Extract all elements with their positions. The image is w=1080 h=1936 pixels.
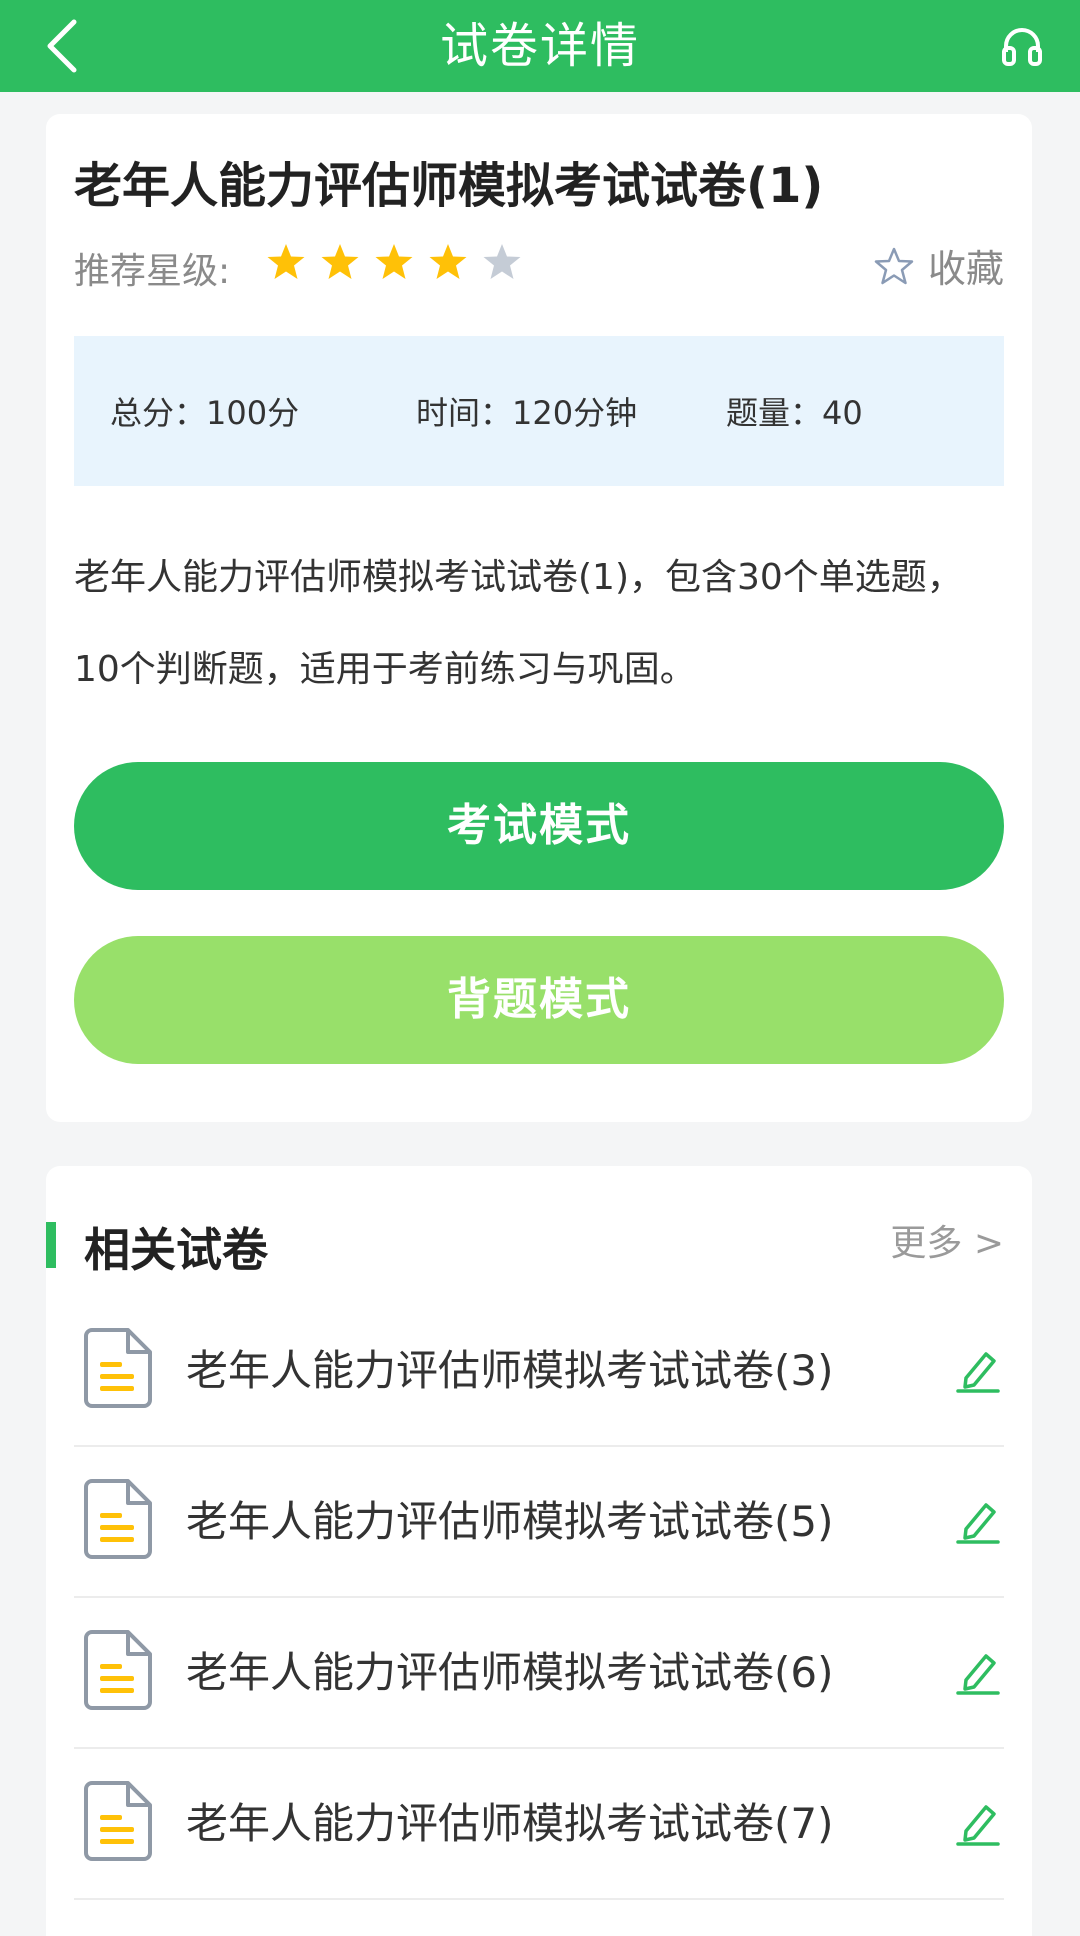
list-item[interactable]: 老年人能力评估师模拟考试试卷(3)	[74, 1296, 1004, 1447]
app-header: 试卷详情	[0, 0, 1080, 92]
list-item[interactable]: 老年人能力评估师模拟考试试卷(7)	[74, 1749, 1004, 1900]
memorize-mode-button[interactable]: 背题模式	[74, 936, 1004, 1064]
document-icon	[84, 1479, 152, 1559]
paper-description: 老年人能力评估师模拟考试试卷(1)，包含30个单选题，10个判断题，适用于考前练…	[74, 557, 963, 690]
star-filled-icon	[321, 244, 359, 279]
more-link[interactable]: 更多 >	[890, 1214, 1004, 1266]
star-rating	[266, 242, 522, 282]
favorite-button[interactable]: 收藏	[874, 238, 1004, 293]
related-papers-list: 老年人能力评估师模拟考试试卷(3) 老年人能力评估师模拟考试试卷(5) 老年人能…	[74, 1296, 1004, 1900]
document-icon	[84, 1781, 152, 1861]
list-item-label: 老年人能力评估师模拟考试试卷(3)	[186, 1346, 834, 1395]
star-filled-icon	[429, 244, 467, 279]
list-item-label: 老年人能力评估师模拟考试试卷(6)	[186, 1648, 834, 1697]
section-accent-bar	[46, 1222, 56, 1268]
star-outline-icon	[874, 247, 914, 284]
document-icon	[84, 1328, 152, 1408]
rating-label: 推荐星级:	[74, 251, 231, 292]
paper-title: 老年人能力评估师模拟考试试卷(1)	[74, 158, 824, 214]
pencil-icon[interactable]	[956, 1344, 1000, 1394]
pencil-icon[interactable]	[956, 1797, 1000, 1847]
pencil-icon[interactable]	[956, 1495, 1000, 1545]
list-item[interactable]: 老年人能力评估师模拟考试试卷(6)	[74, 1598, 1004, 1749]
rating-row: 推荐星级: 收藏	[74, 234, 1004, 296]
favorite-label: 收藏	[927, 247, 1004, 291]
star-filled-icon	[267, 244, 305, 279]
section-title: 相关试卷	[84, 1223, 268, 1277]
headset-icon	[1002, 28, 1042, 66]
star-empty-icon	[483, 244, 521, 279]
total-score: 总分：100分	[110, 394, 300, 432]
pencil-icon[interactable]	[956, 1646, 1000, 1696]
paper-detail-card: 老年人能力评估师模拟考试试卷(1) 推荐星级: 收藏 总分：100分 时间：12…	[46, 114, 1032, 1122]
question-count: 题量：40	[726, 394, 863, 432]
related-papers-card: 相关试卷 更多 > 老年人能力评估师模拟考试试卷(3) 老年人能力评估师模拟考试…	[46, 1166, 1032, 1936]
page-title: 试卷详情	[439, 18, 640, 74]
list-item-label: 老年人能力评估师模拟考试试卷(5)	[186, 1497, 834, 1546]
list-item[interactable]: 老年人能力评估师模拟考试试卷(5)	[74, 1447, 1004, 1598]
exam-time: 时间：120分钟	[416, 394, 638, 432]
list-item-label: 老年人能力评估师模拟考试试卷(7)	[186, 1799, 834, 1848]
paper-info-box: 总分：100分 时间：120分钟 题量：40	[74, 336, 1004, 486]
document-icon	[84, 1630, 152, 1710]
star-filled-icon	[375, 244, 413, 279]
exam-mode-button[interactable]: 考试模式	[74, 762, 1004, 890]
customer-service-button[interactable]	[992, 16, 1052, 76]
